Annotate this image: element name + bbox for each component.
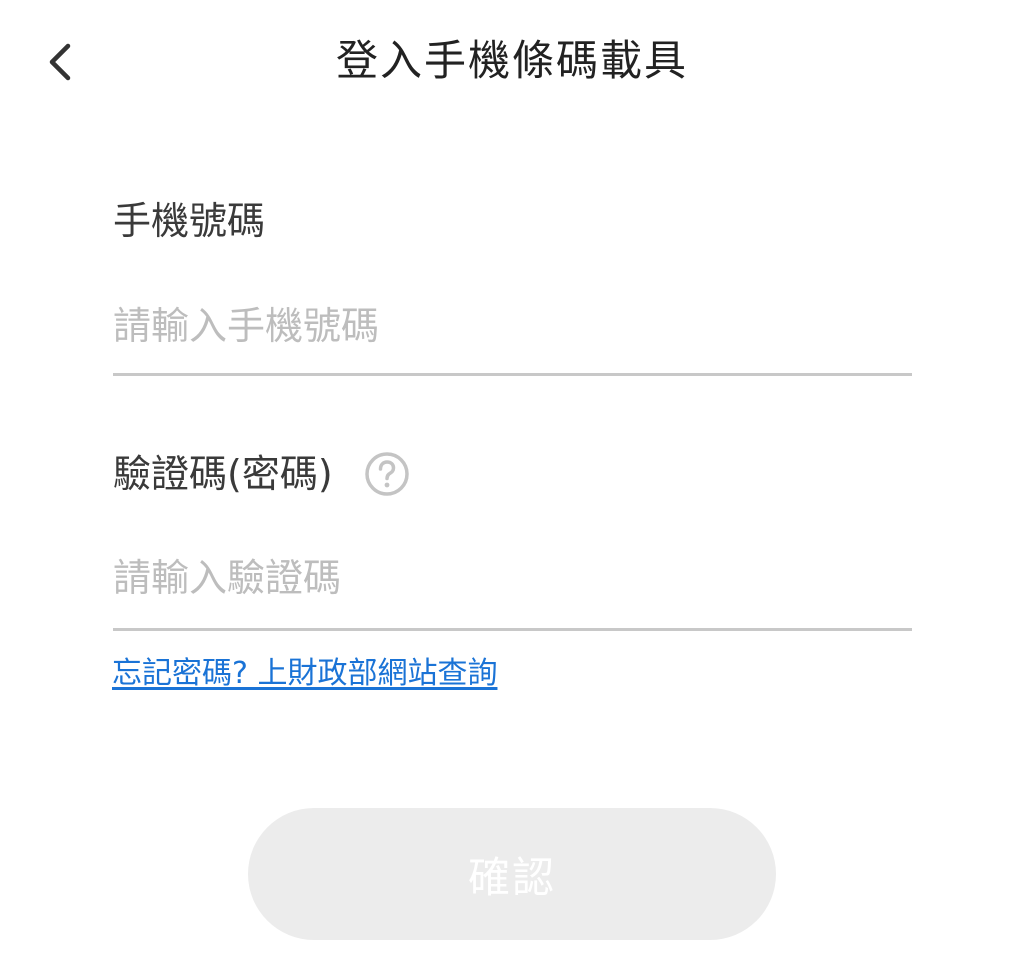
code-input[interactable] (113, 548, 912, 608)
page-title: 登入手機條碼載具 (335, 36, 688, 85)
forgot-password-link[interactable]: 忘記密碼? 上財政部網站查詢 (112, 652, 497, 696)
phone-label: 手機號碼 (113, 196, 265, 246)
code-label: 驗證碼(密碼) (113, 449, 411, 499)
phone-label-text: 手機號碼 (113, 199, 266, 243)
app-header: 登入手機條碼載具 (0, 0, 1024, 120)
phone-input[interactable] (113, 296, 912, 356)
code-label-text: 驗證碼(密碼) (113, 452, 333, 496)
code-underline (113, 628, 912, 631)
question-circle-icon[interactable] (363, 450, 411, 498)
confirm-button[interactable]: 確認 (248, 808, 776, 940)
phone-underline (113, 373, 912, 376)
